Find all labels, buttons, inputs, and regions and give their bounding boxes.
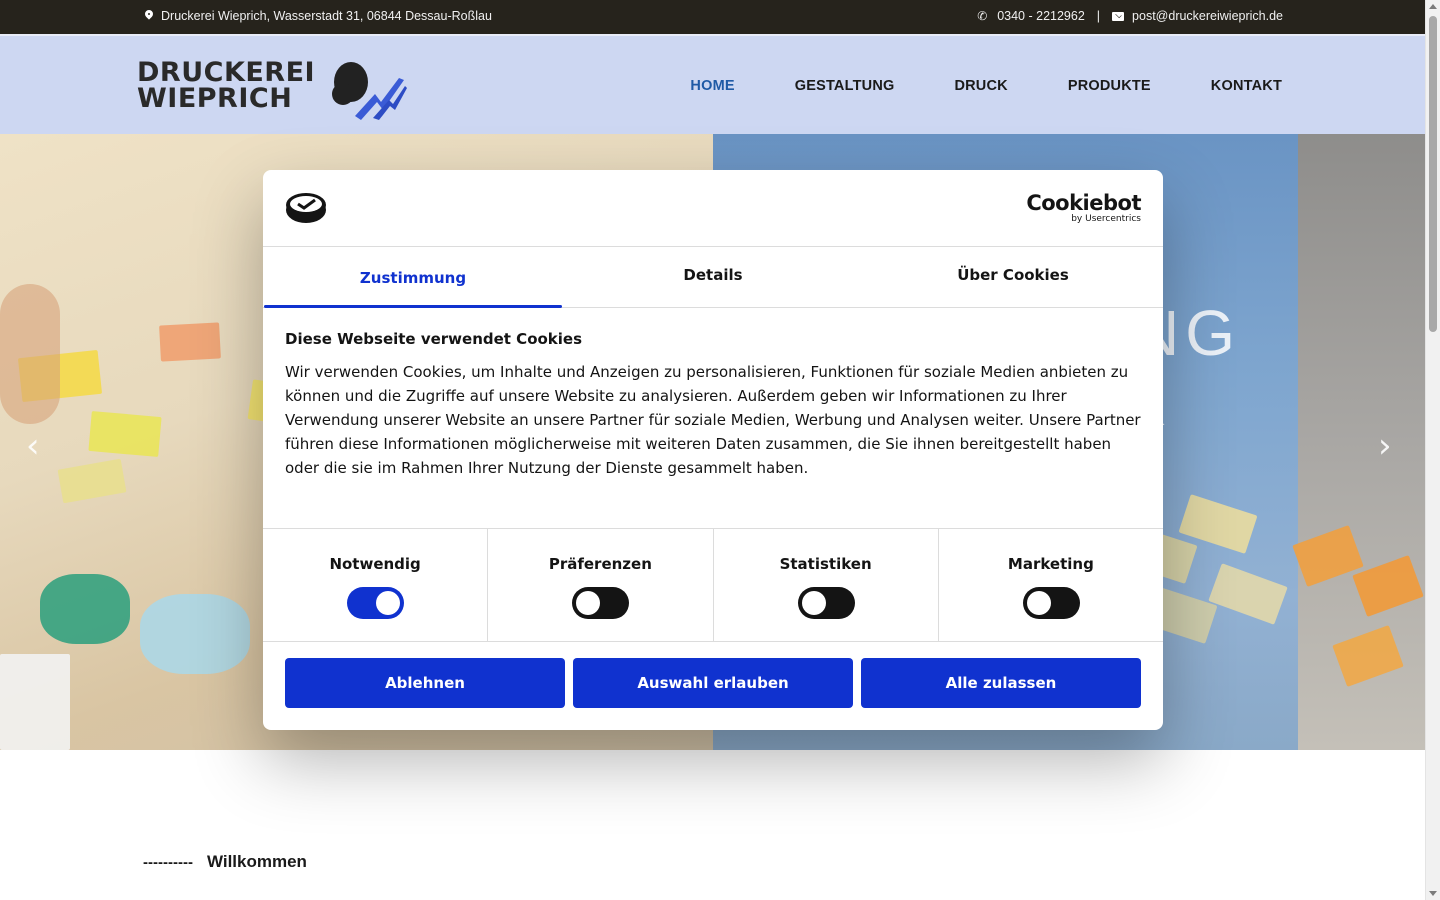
toggle-praeferenzen[interactable]: [572, 587, 630, 619]
scroll-down-arrow-icon[interactable]: [1429, 891, 1437, 896]
allow-selection-button[interactable]: Auswahl erlauben: [573, 658, 853, 708]
category-label: Notwendig: [329, 555, 421, 573]
tab-ueber-cookies[interactable]: Über Cookies: [863, 247, 1163, 307]
category-label: Statistiken: [779, 555, 872, 573]
envelope-icon: [1112, 10, 1125, 22]
contact-block: ✆ 0340 - 2212962 | post@druckereiwiepric…: [977, 9, 1283, 23]
cookiebot-brand[interactable]: Cookiebot by Usercentrics: [1026, 192, 1141, 224]
tab-zustimmung[interactable]: Zustimmung: [263, 247, 563, 308]
phone-link[interactable]: 0340 - 2212962: [997, 9, 1085, 23]
tab-details[interactable]: Details: [563, 247, 863, 307]
welcome-dashes: ----------: [143, 853, 193, 871]
dialog-heading: Diese Webseite verwendet Cookies: [285, 330, 583, 348]
category-label: Präferenzen: [548, 555, 652, 573]
dialog-header: Cookiebot by Usercentrics: [263, 170, 1163, 247]
scroll-up-arrow-icon[interactable]: [1429, 4, 1437, 9]
dialog-body: Diese Webseite verwendet Cookies Wir ver…: [285, 330, 1141, 480]
nav-druck[interactable]: DRUCK: [954, 78, 1007, 94]
phone-icon: ✆: [977, 9, 988, 23]
site-logo[interactable]: DRUCKEREI WIEPRICH: [137, 58, 407, 122]
logo-line-2: WIEPRICH: [137, 83, 293, 114]
toggle-statistiken[interactable]: [797, 587, 855, 619]
page-scrollbar[interactable]: [1425, 0, 1440, 900]
nav-kontakt[interactable]: KONTAKT: [1211, 78, 1282, 94]
hero-image-right: [1292, 134, 1425, 750]
dialog-tabs: Zustimmung Details Über Cookies: [263, 247, 1163, 308]
site-header: DRUCKEREI WIEPRICH HOME GESTALTUNG DRUCK…: [0, 34, 1425, 134]
dialog-actions: Ablehnen Auswahl erlauben Alle zulassen: [285, 658, 1141, 708]
consent-categories: Notwendig Präferenzen Statistiken Market…: [263, 528, 1163, 642]
nav-produkte[interactable]: PRODUKTE: [1068, 78, 1151, 94]
welcome-title: Willkommen: [206, 852, 307, 871]
toggle-notwendig[interactable]: [347, 587, 405, 619]
nav-home[interactable]: HOME: [690, 78, 734, 94]
scrollbar-thumb[interactable]: [1429, 16, 1437, 332]
top-info-bar: Druckerei Wieprich, Wasserstadt 31, 0684…: [0, 0, 1425, 34]
dialog-description: Wir verwenden Cookies, um Inhalte und An…: [285, 363, 1141, 477]
logo-wordmark: DRUCKEREI WIEPRICH: [137, 59, 315, 114]
allow-all-button[interactable]: Alle zulassen: [861, 658, 1141, 708]
category-label: Marketing: [1007, 555, 1094, 573]
slider-next-arrow-icon[interactable]: ›: [1378, 426, 1392, 466]
map-pin-icon: [143, 10, 155, 22]
cookie-consent-dialog: Cookiebot by Usercentrics Zustimmung Det…: [263, 170, 1163, 730]
cookiebot-name: Cookiebot: [1026, 191, 1141, 215]
category-marketing: Marketing: [939, 529, 1163, 641]
cookie-logo-icon: [286, 193, 326, 223]
slider-prev-arrow-icon[interactable]: ‹: [26, 426, 40, 466]
welcome-heading: ---------- Willkommen: [143, 852, 307, 872]
address-block: Druckerei Wieprich, Wasserstadt 31, 0684…: [143, 9, 492, 23]
address-text: Druckerei Wieprich, Wasserstadt 31, 0684…: [161, 9, 492, 23]
nav-gestaltung[interactable]: GESTALTUNG: [795, 78, 895, 94]
email-link[interactable]: post@druckereiwieprich.de: [1132, 9, 1283, 23]
logo-mark-icon: [332, 62, 407, 120]
category-statistiken: Statistiken: [714, 529, 939, 641]
category-notwendig: Notwendig: [263, 529, 489, 641]
decline-button[interactable]: Ablehnen: [285, 658, 565, 708]
contact-separator: |: [1096, 9, 1101, 23]
toggle-marketing[interactable]: [1022, 587, 1080, 619]
category-praeferenzen: Präferenzen: [488, 529, 714, 641]
main-nav: HOME GESTALTUNG DRUCK PRODUKTE KONTAKT: [690, 78, 1282, 94]
cookiebot-subtitle: by Usercentrics: [1071, 214, 1141, 224]
